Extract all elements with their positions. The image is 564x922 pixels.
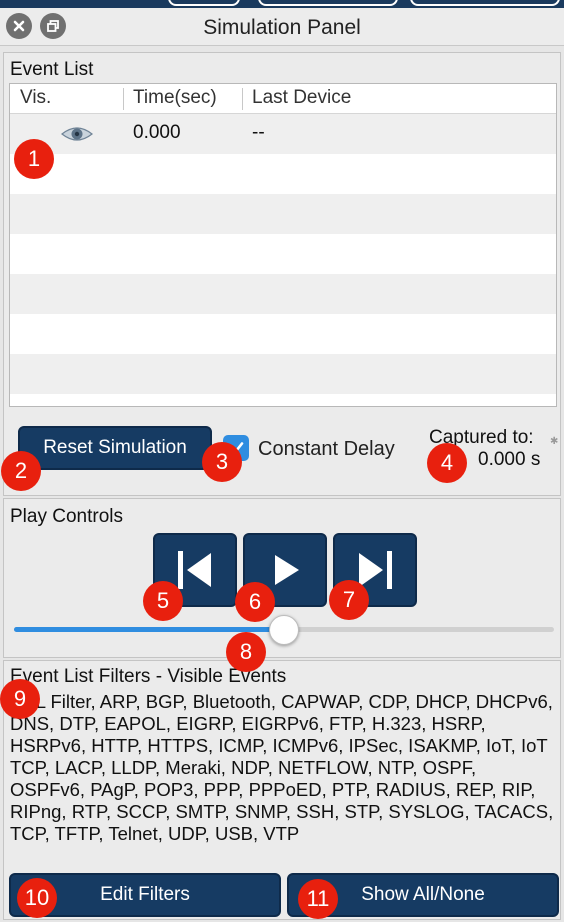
play-icon [275, 555, 299, 585]
table-row [10, 394, 556, 406]
column-header-last-device[interactable]: Last Device [252, 87, 351, 109]
event-table[interactable]: Vis. Time(sec) Last Device 0.000 -- [9, 83, 557, 407]
parent-tab [410, 0, 560, 6]
annotation-badge: 4 [427, 443, 467, 483]
play-controls-panel: Play Controls [3, 498, 561, 658]
column-header-vis[interactable]: Vis. [20, 87, 51, 109]
table-row [10, 234, 556, 274]
window-title: Simulation Panel [203, 16, 361, 39]
column-divider [242, 88, 243, 110]
constant-delay-label[interactable]: Constant Delay [258, 438, 395, 461]
annotation-badge: 5 [143, 581, 183, 621]
captured-value: 0.000 s [478, 449, 541, 470]
annotation-badge: 6 [235, 582, 275, 622]
table-row [10, 194, 556, 234]
table-row [10, 274, 556, 314]
table-row[interactable]: 0.000 -- [10, 114, 556, 154]
table-row [10, 354, 556, 394]
eye-icon[interactable] [60, 124, 94, 150]
event-list-panel: Event List Vis. Time(sec) Last Device 0.… [3, 52, 561, 496]
table-row [10, 314, 556, 354]
annotation-badge: 1 [14, 139, 54, 179]
column-header-time[interactable]: Time(sec) [133, 87, 217, 109]
parent-tab [258, 0, 398, 6]
row-last-device: -- [252, 122, 265, 143]
play-controls-label: Play Controls [10, 506, 123, 527]
speed-slider-thumb[interactable] [269, 615, 299, 645]
annotation-badge: 7 [329, 580, 369, 620]
annotation-badge: 3 [202, 442, 242, 482]
parent-window-strip [0, 0, 564, 8]
event-filters-panel: Event List Filters - Visible Events ACL … [3, 660, 561, 920]
annotation-badge: 9 [0, 679, 40, 719]
column-divider [123, 88, 124, 110]
annotation-badge: 10 [17, 878, 57, 918]
table-header: Vis. Time(sec) Last Device [10, 84, 556, 114]
parent-tab [168, 0, 240, 6]
annotation-badge: 2 [1, 451, 41, 491]
row-time: 0.000 [133, 122, 181, 143]
event-list-label: Event List [10, 59, 94, 80]
reset-simulation-button[interactable]: Reset Simulation [18, 426, 212, 470]
resize-grip-icon: ✱ [550, 436, 559, 447]
title-bar: Simulation Panel [0, 8, 564, 46]
back-icon [178, 551, 211, 589]
table-row [10, 154, 556, 194]
annotation-badge: 8 [226, 632, 266, 672]
visible-events-list: ACL Filter, ARP, BGP, Bluetooth, CAPWAP,… [10, 691, 554, 844]
annotation-badge: 11 [298, 879, 338, 919]
